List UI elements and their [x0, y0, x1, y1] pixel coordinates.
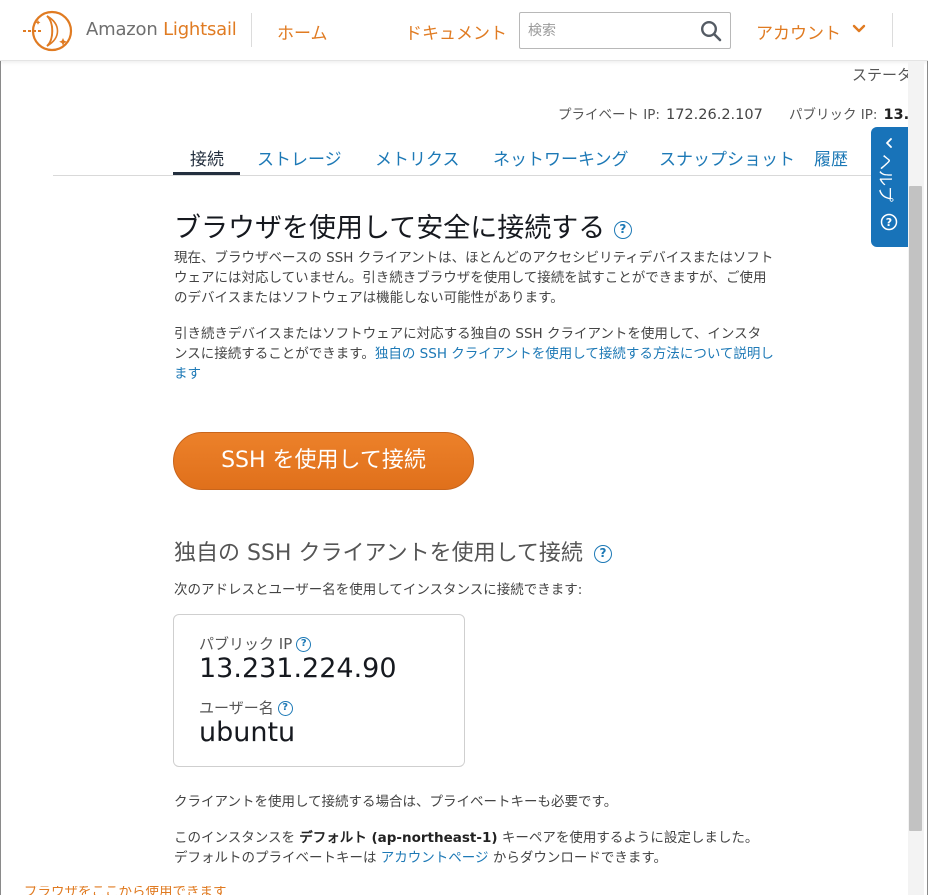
tab-storage[interactable]: ストレージ — [257, 145, 342, 170]
account-page-link[interactable]: アカウントページ — [381, 850, 489, 866]
help-question-icon[interactable]: ? — [277, 701, 293, 716]
tab-metrics[interactable]: メトリクス — [375, 145, 460, 170]
nav-account-link[interactable]: アカウント — [756, 19, 841, 44]
nav-docs-link[interactable]: ドキュメント — [405, 19, 507, 44]
key-pair-note: このインスタンスを デフォルト (ap-northeast-1) キーペアを使用… — [174, 828, 758, 848]
private-ip-value: 172.26.2.107 — [665, 107, 763, 123]
private-key-note: クライアントを使用して接続する場合は、プライベートキーも必要です。 — [174, 794, 618, 810]
help-label: ヘルプ — [876, 154, 895, 203]
card-username-label: ユーザー名? — [199, 697, 293, 718]
instance-status-label: ステータ — [852, 66, 913, 84]
own-client-heading: 独自の SSH クライアントを使用して接続 ? — [174, 535, 612, 567]
svg-text:?: ? — [886, 216, 892, 229]
private-ip-row: プライベート IP: 172.26.2.107 — [558, 103, 763, 123]
nav-home-link[interactable]: ホーム — [277, 19, 328, 44]
public-ip-label: パブリック IP: — [789, 107, 878, 123]
tab-snapshots[interactable]: スナップショット — [659, 145, 795, 170]
card-username-label-text: ユーザー名 — [199, 699, 274, 717]
key-pair-name: デフォルト (ap-northeast-1) — [299, 830, 498, 846]
help-question-icon[interactable]: ? — [613, 220, 632, 239]
accessibility-notice: 現在、ブラウザベースの SSH クライアントは、ほとんどのアクセシビリティデバイ… — [174, 250, 774, 306]
card-public-ip-value: 13.231.224.90 — [199, 653, 397, 684]
browser-connect-title: ブラウザを使用して安全に接続する — [174, 213, 606, 244]
cutoff-link[interactable]: ブラウザをここから使用できます — [24, 886, 244, 895]
cutoff-link-text: ブラウザをここから使用できます — [24, 886, 227, 895]
download-key-note-a: デフォルトのプライベートキーは — [174, 850, 381, 866]
search-box — [519, 12, 731, 49]
own-client-subtitle: 次のアドレスとユーザー名を使用してインスタンスに接続できます: — [174, 582, 583, 598]
lightsail-logo-icon[interactable] — [21, 8, 75, 54]
tab-networking[interactable]: ネットワーキング — [493, 145, 629, 170]
card-username-value: ubuntu — [199, 717, 296, 748]
tab-connect[interactable]: 接続 — [190, 145, 224, 170]
own-client-notice: 引き続きデバイスまたはソフトウェアに対応する独自の SSH クライアントを使用し… — [174, 324, 774, 384]
own-client-title: 独自の SSH クライアントを使用して接続 — [174, 541, 583, 566]
top-nav: Amazon Lightsail ホーム ドキュメント アカウント — [0, 0, 928, 61]
key-pair-note-c: キーペアを使用するように設定しました。 — [497, 830, 759, 846]
scrollbar-thumb[interactable] — [909, 186, 922, 831]
private-ip-label: プライベート IP: — [558, 107, 660, 123]
active-tab-indicator — [173, 172, 240, 175]
chevron-down-icon[interactable] — [852, 24, 866, 34]
tabs-divider — [53, 175, 910, 176]
key-pair-note-a: このインスタンスを — [174, 830, 300, 846]
search-input[interactable] — [528, 21, 698, 41]
brand-bold: Lightsail — [163, 19, 237, 40]
brand-name[interactable]: Amazon Lightsail — [86, 19, 237, 40]
download-key-note: デフォルトのプライベートキーは アカウントページ からダウンロードできます。 — [174, 848, 667, 868]
public-ip-row: パブリック IP: 13.2 — [789, 103, 919, 123]
download-key-note-b: からダウンロードできます。 — [488, 850, 667, 866]
card-public-ip-label-text: パブリック IP — [199, 635, 293, 653]
nav-divider — [892, 13, 893, 47]
browser-connect-heading: ブラウザを使用して安全に接続する ? — [174, 206, 632, 245]
question-icon: ? — [880, 213, 898, 231]
connect-ssh-button[interactable]: SSH を使用して接続 — [173, 432, 474, 490]
search-icon[interactable] — [700, 20, 722, 42]
help-question-icon[interactable]: ? — [296, 637, 312, 652]
nav-divider — [251, 13, 252, 47]
brand-plain: Amazon — [86, 19, 164, 40]
help-panel-tab[interactable]: ヘルプ ? — [871, 127, 908, 247]
card-public-ip-label: パブリック IP? — [199, 633, 312, 654]
help-question-icon[interactable]: ? — [593, 545, 612, 563]
tab-history[interactable]: 履歴 — [814, 145, 848, 170]
chevron-left-icon — [886, 138, 892, 148]
connection-details-card: パブリック IP? 13.231.224.90 ユーザー名? ubuntu — [173, 614, 465, 767]
